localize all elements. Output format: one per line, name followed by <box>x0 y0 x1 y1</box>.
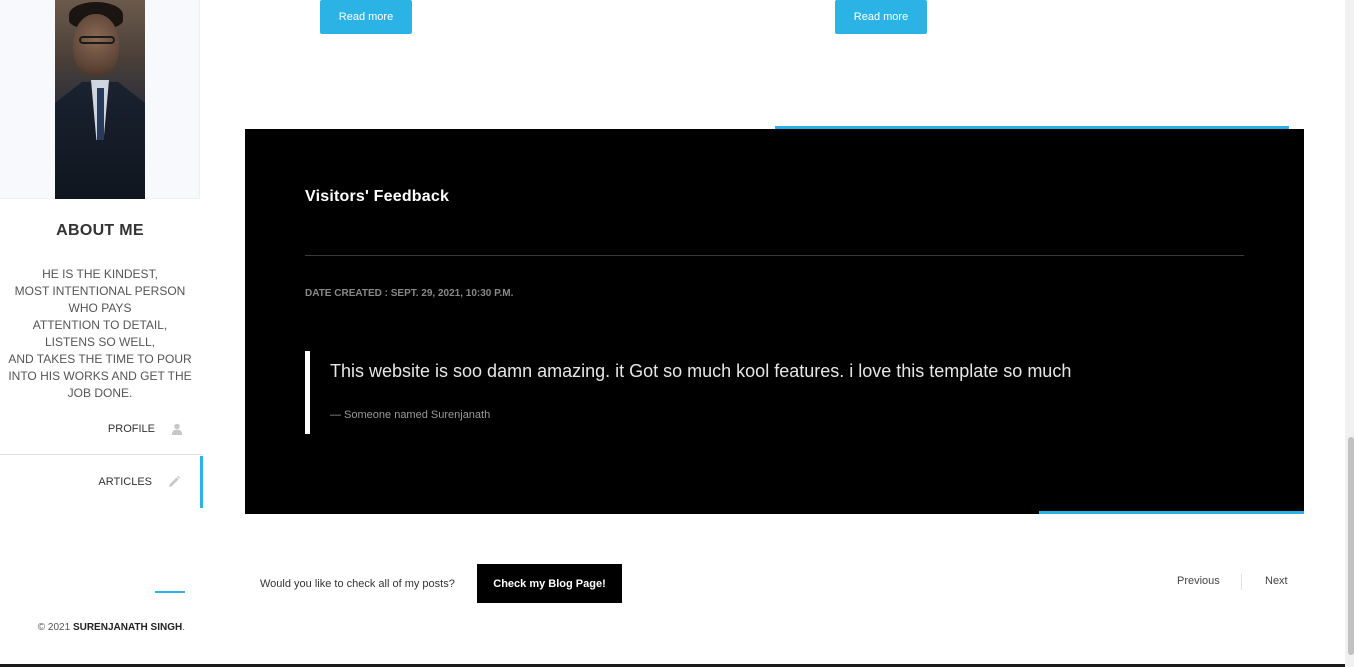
read-more-button[interactable]: Read more <box>320 0 412 34</box>
about-line: INTO HIS WORKS AND GET THE <box>8 369 192 383</box>
about-line: HE IS THE KINDEST, <box>42 267 158 281</box>
pencil-icon <box>168 475 181 488</box>
sidebar-item-label: PROFILE <box>107 422 155 435</box>
sidebar-accent-line <box>155 591 185 593</box>
copyright-prefix: © 2021 <box>37 622 73 633</box>
check-posts-text: Would you like to check all of my posts? <box>260 578 455 590</box>
feedback-quote: This website is soo damn amazing. it Got… <box>330 361 1072 381</box>
next-link[interactable]: Next <box>1265 575 1288 587</box>
previous-link[interactable]: Previous <box>1177 575 1220 587</box>
feedback-accent-bottom <box>1039 511 1304 514</box>
about-line: JOB DONE. <box>67 386 133 400</box>
profile-photo-frame <box>0 0 200 199</box>
sidebar-item-profile[interactable]: PROFILE <box>0 403 203 455</box>
feedback-author: — Someone named Surenjanath <box>330 409 491 421</box>
blog-page-button[interactable]: Check my Blog Page! <box>477 564 622 603</box>
sidebar: ABOUT ME HE IS THE KINDEST, MOST INTENTI… <box>0 0 203 667</box>
quote-bar <box>305 351 310 434</box>
feedback-title: Visitors' Feedback <box>305 188 450 205</box>
about-line: AND TAKES THE TIME TO POUR <box>8 352 192 366</box>
feedback-date: DATE CREATED : SEPT. 29, 2021, 10:30 P.M… <box>305 288 514 299</box>
user-icon <box>171 423 183 435</box>
about-line: MOST INTENTIONAL PERSON <box>14 284 186 298</box>
sidebar-item-articles[interactable]: ARTICLES <box>0 456 203 508</box>
sidebar-item-label: ARTICLES <box>98 476 152 488</box>
copyright: © 2021 SURENJANATH SINGH. <box>0 622 185 633</box>
scrollbar-thumb[interactable] <box>1348 437 1354 655</box>
pagination-divider <box>1241 574 1242 590</box>
about-line: ATTENTION TO DETAIL, <box>32 318 168 332</box>
feedback-divider <box>305 255 1244 256</box>
read-more-button[interactable]: Read more <box>835 0 927 34</box>
profile-photo <box>55 0 145 199</box>
about-title: ABOUT ME <box>56 222 144 239</box>
about-line: WHO PAYS <box>68 301 132 315</box>
copyright-name: SURENJANATH SINGH <box>72 622 183 633</box>
copyright-suffix: . <box>182 622 185 633</box>
visitors-feedback-section: Visitors' Feedback DATE CREATED : SEPT. … <box>245 129 1304 514</box>
about-line: LISTENS SO WELL, <box>44 335 156 349</box>
about-text: HE IS THE KINDEST, MOST INTENTIONAL PERS… <box>4 266 196 402</box>
